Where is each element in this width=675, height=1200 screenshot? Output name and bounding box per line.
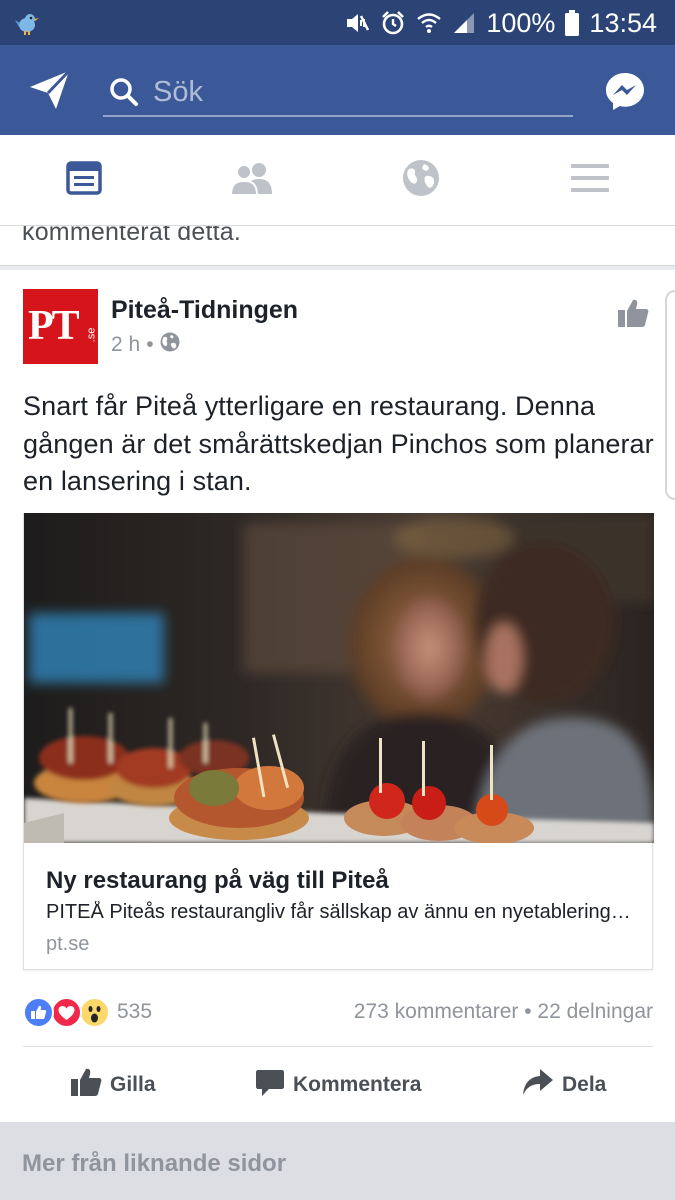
link-preview-card[interactable]: Ny restaurang på väg till Piteå PITEÅ Pi… [23, 513, 654, 970]
like-page-icon[interactable] [617, 298, 649, 328]
wifi-icon [416, 10, 442, 36]
reaction-count: 535 [117, 1000, 153, 1023]
tab-menu[interactable] [506, 135, 674, 225]
scroll-indicator [665, 290, 675, 500]
send-icon[interactable] [28, 69, 72, 111]
post-meta: 2 h • [111, 332, 180, 358]
mute-icon [344, 10, 370, 36]
tab-bar [0, 135, 675, 226]
actions-divider [23, 1046, 653, 1047]
messenger-icon[interactable] [605, 71, 645, 111]
reaction-summary[interactable]: 535 [23, 996, 152, 1028]
tab-notifications[interactable] [337, 135, 505, 225]
post-actions: Gilla Kommentera Dela [0, 1048, 675, 1122]
search-icon [109, 77, 139, 107]
friends-icon [229, 161, 274, 200]
like-reaction-icon [23, 996, 54, 1028]
alarm-icon [380, 10, 406, 36]
news-feed-icon [66, 160, 102, 200]
avatar-logo-text: PT [28, 303, 80, 349]
page-name[interactable]: Piteå-Tidningen [111, 296, 298, 325]
share-icon [522, 1068, 554, 1102]
previous-story-text: kommenterat detta. [22, 226, 241, 246]
menu-icon [570, 162, 610, 199]
love-reaction-icon [51, 996, 82, 1028]
search-input[interactable] [153, 71, 553, 113]
battery-label: 100% [486, 7, 556, 38]
share-button[interactable]: Dela [522, 1048, 606, 1122]
comment-icon [255, 1067, 285, 1103]
tab-friends[interactable] [168, 135, 336, 225]
link-domain: pt.se [46, 933, 90, 955]
comment-label: Kommentera [293, 1073, 422, 1096]
app-bar [0, 45, 675, 135]
status-bar: 100% 13:54 [0, 0, 675, 45]
like-button[interactable]: Gilla [70, 1048, 156, 1122]
similar-pages-section: Mer från liknande sidor [0, 1122, 675, 1200]
link-description: PITEÅ Piteås restaurangliv får sällskap … [46, 901, 636, 923]
previous-story-footer: kommenterat detta. [0, 226, 675, 266]
similar-pages-title: Mer från liknande sidor [22, 1150, 287, 1177]
twitter-bird-icon [14, 10, 40, 36]
post-time[interactable]: 2 h [111, 333, 140, 357]
tab-news-feed[interactable] [0, 135, 168, 225]
battery-icon [565, 10, 580, 36]
avatar-logo-sub: .se [85, 327, 98, 343]
globe-privacy-icon [160, 332, 180, 358]
search-bar[interactable] [103, 67, 573, 117]
comment-share-stats[interactable]: 273 kommentarer • 22 delningar [354, 1000, 653, 1024]
feed-post: PT .se Piteå-Tidningen 2 h • Snart får P… [0, 270, 675, 1122]
post-text: Snart får Piteå ytterligare en restauran… [23, 391, 654, 496]
wow-reaction-icon [79, 996, 110, 1028]
thumbs-up-icon [70, 1067, 102, 1103]
meta-separator: • [146, 333, 154, 356]
like-label: Gilla [110, 1073, 156, 1096]
share-label: Dela [562, 1073, 607, 1096]
link-preview-image[interactable] [24, 513, 654, 843]
globe-icon [402, 159, 440, 202]
link-title[interactable]: Ny restaurang på väg till Piteå [46, 867, 389, 895]
clock-time: 13:54 [589, 7, 657, 38]
comment-button[interactable]: Kommentera [255, 1048, 421, 1122]
signal-icon [452, 11, 476, 35]
page-avatar[interactable]: PT .se [23, 289, 98, 364]
